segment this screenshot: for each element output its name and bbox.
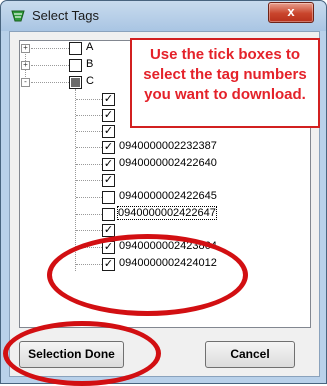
item-label: 0940000002232387 [119, 140, 217, 152]
item-checkbox[interactable] [102, 191, 115, 204]
highlight-ellipse-done-button [3, 321, 161, 386]
group-checkbox-a[interactable] [69, 42, 82, 55]
tree-connector [76, 164, 102, 165]
collapse-icon[interactable]: - [21, 78, 30, 87]
tree-group-c[interactable]: - C [20, 75, 140, 89]
item-checkbox[interactable]: ✓ [102, 141, 115, 154]
item-checkbox[interactable]: ✓ [102, 174, 115, 187]
instruction-callout: Use the tick boxes to select the tag num… [130, 38, 320, 128]
group-label-a: A [86, 41, 94, 53]
title-bar[interactable]: Select Tags x [1, 1, 326, 31]
tree-connector [31, 48, 69, 49]
tree-connector [76, 147, 102, 148]
tree-item[interactable]: 0940000002422645 [20, 190, 300, 204]
item-label: 0940000002422647 [117, 206, 217, 220]
highlight-ellipse-unchecked-rows [47, 234, 248, 316]
group-label-b: B [86, 58, 94, 70]
tree-connector [76, 99, 102, 100]
tree-item[interactable]: ✓ 0940000002232387 [20, 140, 300, 154]
tree-group-a[interactable]: + A [20, 41, 140, 55]
close-button[interactable]: x [268, 2, 314, 23]
tree-item[interactable]: ✓ [20, 173, 300, 187]
tree-item[interactable]: ✓ 0940000002422640 [20, 157, 300, 171]
item-label: 0940000002422645 [119, 190, 217, 202]
tree-connector [76, 180, 102, 181]
tree-connector [76, 197, 102, 198]
group-checkbox-c[interactable] [69, 76, 82, 89]
cancel-button[interactable]: Cancel [205, 341, 295, 368]
tree-group-b[interactable]: + B [20, 58, 140, 72]
tree-connector [76, 115, 102, 116]
item-label: 0940000002422640 [119, 157, 217, 169]
tree-connector [76, 230, 102, 231]
window-title: Select Tags [32, 8, 99, 23]
item-checkbox[interactable]: ✓ [102, 158, 115, 171]
item-checkbox[interactable]: ✓ [102, 93, 115, 106]
expand-icon[interactable]: + [21, 44, 30, 53]
tree-connector [31, 65, 69, 66]
expand-icon[interactable]: + [21, 61, 30, 70]
tree-item[interactable]: 0940000002422647 [20, 206, 300, 221]
tree-connector [31, 82, 69, 83]
item-checkbox[interactable]: ✓ [102, 125, 115, 138]
item-checkbox[interactable]: ✓ [102, 224, 115, 237]
group-label-c: C [86, 75, 94, 87]
close-icon: x [287, 4, 295, 19]
tag-app-icon [11, 10, 25, 22]
item-checkbox[interactable]: ✓ [102, 109, 115, 122]
group-checkbox-b[interactable] [69, 59, 82, 72]
tree-connector [76, 131, 102, 132]
tree-connector [76, 214, 102, 215]
item-checkbox[interactable] [102, 208, 115, 221]
